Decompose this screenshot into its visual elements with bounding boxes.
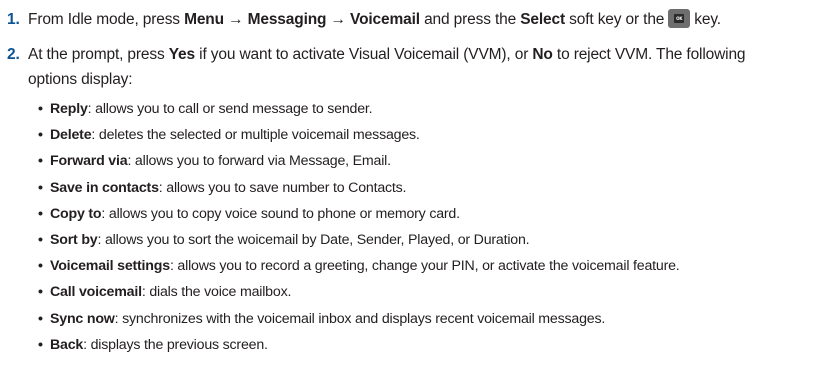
text: From Idle mode, press [28, 11, 185, 28]
bullet-icon: • [38, 127, 43, 144]
text: soft key or the [565, 11, 665, 28]
arrow-icon: → [326, 11, 351, 28]
option-description: : allows you to copy voice sound to phon… [101, 205, 460, 222]
bullet-icon: • [38, 336, 43, 353]
text: if you want to activate Visual Voicemail… [195, 46, 533, 63]
option-description: : allows you to record a greeting, chang… [169, 258, 680, 275]
list-item: • Delete: deletes the selected or multipl… [38, 125, 680, 151]
select-label: Select [520, 11, 565, 28]
yes-label: Yes [168, 46, 195, 63]
option-description: : synchronizes with the voicemail inbox … [114, 310, 606, 327]
option-description: : allows you to call or send message to … [87, 101, 373, 117]
option-label: Call voicemail [50, 284, 142, 301]
bullet-icon: • [38, 101, 43, 117]
menu-label: Menu [184, 11, 224, 28]
list-item: • Copy to: allows you to copy voice sound… [38, 204, 680, 230]
option-description: : allows you to sort the woicemail by Da… [97, 231, 530, 248]
step-text: At the prompt, press Yes if you want to … [28, 45, 746, 65]
bullet-icon: • [38, 310, 43, 327]
option-label: Voicemail settings [50, 258, 170, 275]
list-item: • Reply: allows you to call or send messa… [38, 99, 680, 125]
list-item: • Back: displays the previous screen. [38, 335, 680, 361]
ok-key-icon: OK [668, 9, 691, 29]
text: At the prompt, press [28, 46, 169, 63]
option-label: Delete [50, 127, 92, 144]
option-description: : allows you to save number to Contacts. [158, 179, 407, 196]
bullet-icon: • [38, 205, 43, 222]
list-item: • Sort by: allows you to sort the woicema… [38, 230, 680, 256]
option-label: Copy to [50, 205, 102, 222]
step-number: 2. [7, 46, 20, 63]
bullet-icon: • [38, 153, 43, 170]
options-list: • Reply: allows you to call or send messa… [38, 99, 680, 361]
bullet-icon: • [38, 179, 43, 196]
ok-key-label: OK [676, 16, 683, 22]
list-item: • Forward via: allows you to forward via … [38, 151, 680, 177]
text: key. [694, 11, 721, 28]
step-text: options display: [28, 71, 133, 88]
option-label: Sort by [50, 231, 98, 248]
messaging-label: Messaging [247, 11, 327, 28]
step-number: 1. [7, 11, 20, 28]
option-description: : displays the previous screen. [83, 336, 268, 353]
bullet-icon: • [38, 284, 43, 301]
bullet-icon: • [38, 258, 43, 275]
list-item: • Call voicemail: dials the voice mailbox… [38, 282, 680, 308]
option-label: Back [50, 336, 84, 353]
option-label: Save in contacts [50, 179, 159, 196]
option-label: Forward via [50, 153, 128, 170]
option-label: Reply [50, 101, 88, 117]
bullet-icon: • [38, 231, 43, 248]
no-label: No [532, 46, 553, 63]
list-item: • Save in contacts: allows you to save nu… [38, 178, 680, 204]
text: to reject VVM. The following [552, 46, 746, 63]
text: and press the [419, 11, 521, 28]
list-item: • Sync now: synchronizes with the voicema… [38, 309, 680, 335]
step-text: From Idle mode, press Menu → Messaging →… [28, 9, 721, 30]
option-label: Sync now [50, 310, 115, 327]
arrow-icon: → [223, 11, 248, 28]
instruction-page: 1. From Idle mode, press Menu → Messagin… [0, 0, 819, 391]
option-description: : dials the voice mailbox. [141, 284, 292, 301]
option-description: : deletes the selected or multiple voice… [91, 127, 420, 144]
voicemail-label: Voicemail [350, 11, 420, 28]
option-description: : allows you to forward via Message, Ema… [127, 153, 391, 170]
list-item: • Voicemail settings: allows you to recor… [38, 256, 680, 282]
